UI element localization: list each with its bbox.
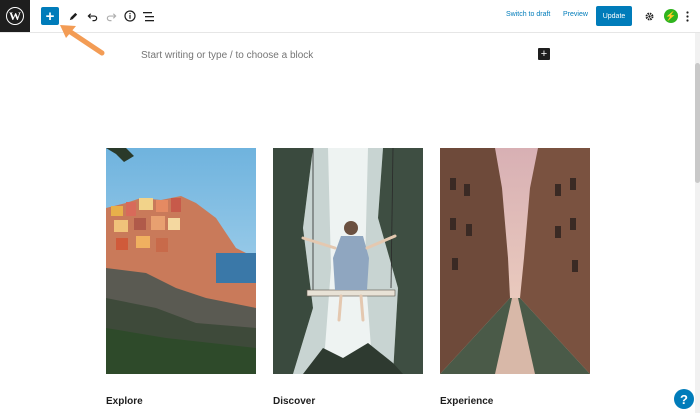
wordpress-logo-button[interactable]: W <box>0 0 30 32</box>
settings-button[interactable] <box>640 7 658 25</box>
undo-icon <box>87 12 97 21</box>
column-title-experience[interactable]: Experience <box>440 396 493 407</box>
gear-icon <box>645 12 653 20</box>
info-icon <box>124 10 136 22</box>
editor-scrollbar[interactable] <box>695 33 700 413</box>
column-title-explore[interactable]: Explore <box>106 396 143 407</box>
column-title-discover[interactable]: Discover <box>273 396 315 407</box>
venice-canal-photo[interactable] <box>440 148 590 374</box>
update-button[interactable]: Update <box>596 6 632 26</box>
inline-add-block-button[interactable]: + <box>538 48 550 60</box>
switch-to-draft-button[interactable]: Switch to draft <box>506 11 550 18</box>
list-view-button[interactable] <box>140 7 158 25</box>
jetpack-button[interactable]: ⚡ <box>664 9 678 23</box>
orange-arrow-annotation <box>60 25 105 56</box>
wordpress-icon: W <box>6 7 24 25</box>
more-options-button[interactable] <box>682 7 692 25</box>
list-view-icon <box>143 11 154 21</box>
help-button[interactable]: ? <box>674 389 694 409</box>
pencil-icon <box>69 12 77 20</box>
more-vertical-icon <box>685 10 689 22</box>
block-placeholder-text[interactable]: Start writing or type / to choose a bloc… <box>141 50 313 61</box>
preview-button[interactable]: Preview <box>563 11 588 18</box>
coastal-village-photo[interactable] <box>106 148 256 374</box>
waterfall-swing-photo[interactable] <box>273 148 423 374</box>
scrollbar-thumb[interactable] <box>695 63 700 183</box>
redo-icon <box>106 12 116 21</box>
details-button[interactable] <box>121 7 139 25</box>
